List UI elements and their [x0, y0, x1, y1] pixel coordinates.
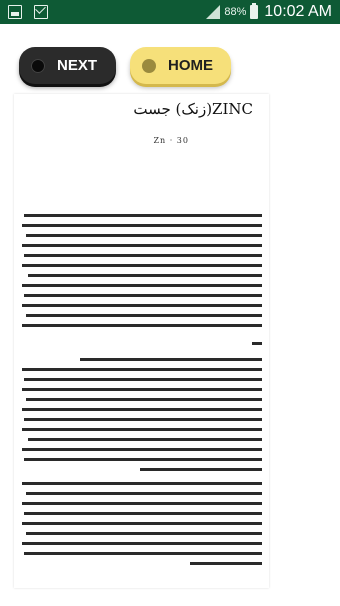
- mail-icon: [34, 5, 48, 19]
- signal-icon: [206, 5, 221, 19]
- document-paragraph: [20, 212, 265, 334]
- notification-icons: [8, 5, 48, 19]
- next-button[interactable]: NEXT: [19, 47, 116, 84]
- paragraph-text-lines: [22, 214, 262, 327]
- home-button[interactable]: HOME: [130, 47, 231, 84]
- document-page[interactable]: ZINC(زنک) جست Zn · 30: [14, 94, 269, 588]
- page-subtitle: Zn · 30: [153, 136, 189, 145]
- heading-mark: [252, 342, 262, 345]
- next-button-label: NEXT: [57, 57, 98, 74]
- battery-icon: [250, 3, 259, 19]
- clock: 10:02 AM: [264, 3, 332, 20]
- paragraph-text-lines: [22, 482, 262, 565]
- photo-icon: [8, 5, 22, 19]
- page-title: ZINC(زنک) جست: [133, 100, 253, 118]
- paragraph-text-lines: [22, 358, 262, 471]
- system-icons: 88% 10:02 AM: [206, 3, 332, 21]
- next-dot-icon: [31, 58, 45, 73]
- document-paragraph: [20, 356, 265, 476]
- home-dot-icon: [142, 58, 156, 73]
- status-bar: 88% 10:02 AM: [0, 0, 340, 24]
- document-paragraph: [20, 480, 265, 580]
- home-button-label: HOME: [168, 57, 213, 74]
- battery-percent: 88%: [224, 6, 247, 18]
- document-heading-mark: [20, 340, 265, 348]
